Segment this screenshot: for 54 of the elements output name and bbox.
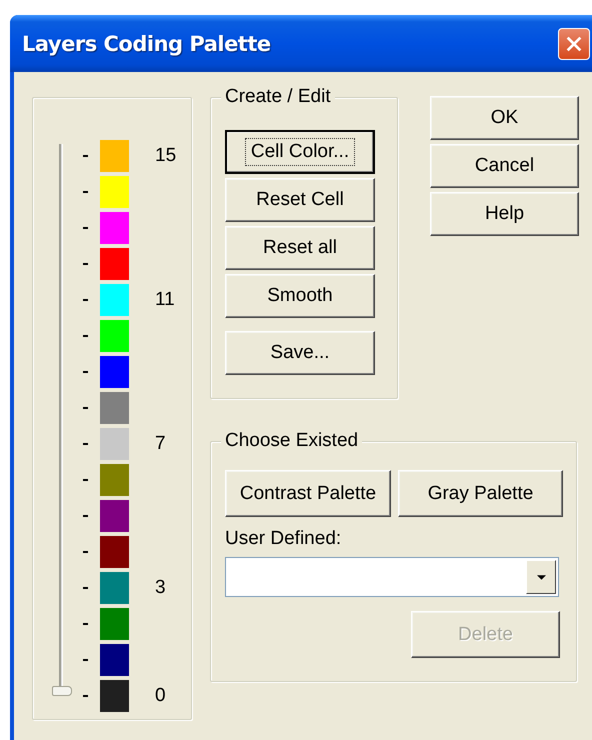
dropdown-button[interactable] (526, 560, 556, 594)
color-swatch[interactable] (100, 500, 129, 532)
color-swatch[interactable] (100, 140, 129, 172)
button[interactable]: Cell Color... (225, 130, 375, 174)
tick-mark (83, 371, 88, 373)
tick-mark (83, 479, 88, 481)
button[interactable]: Reset all (225, 226, 375, 270)
color-swatch[interactable] (100, 428, 129, 460)
color-swatch[interactable] (100, 320, 129, 352)
close-icon (565, 34, 583, 52)
level-label: 7 (155, 433, 166, 455)
close-button[interactable] (558, 28, 590, 60)
color-swatch[interactable] (100, 536, 129, 568)
tick-mark (83, 443, 88, 445)
dropdown-field[interactable] (225, 557, 559, 597)
tick-mark (83, 335, 88, 337)
button[interactable]: Help (430, 192, 579, 236)
tick-mark (83, 695, 88, 697)
color-swatch[interactable] (100, 572, 129, 604)
color-swatch[interactable] (100, 284, 129, 316)
level-label: 3 (155, 577, 166, 599)
tick-mark (83, 587, 88, 589)
tick-mark (83, 623, 88, 625)
button[interactable]: Smooth (225, 274, 375, 318)
color-swatch[interactable] (100, 608, 129, 640)
color-swatch[interactable] (100, 356, 129, 388)
button[interactable]: OK (430, 96, 579, 140)
tick-mark (83, 659, 88, 661)
color-swatch[interactable] (100, 644, 129, 676)
button[interactable]: Save... (225, 331, 375, 375)
tick-mark (83, 551, 88, 553)
window-title: Layers Coding Palette (22, 32, 271, 56)
color-swatch[interactable] (100, 176, 129, 208)
color-swatch[interactable] (100, 212, 129, 244)
tick-mark (83, 155, 88, 157)
button[interactable]: Contrast Palette (225, 470, 391, 517)
field-label: User Defined: (225, 528, 342, 550)
tick-mark (83, 407, 88, 409)
tick-mark (83, 515, 88, 517)
button[interactable]: Reset Cell (225, 178, 375, 222)
color-swatch[interactable] (100, 464, 129, 496)
color-swatch[interactable] (100, 248, 129, 280)
caret-icon (536, 574, 546, 580)
button[interactable]: Cancel (430, 144, 579, 188)
button[interactable]: Gray Palette (398, 470, 563, 517)
tick-mark (83, 227, 88, 229)
color-swatch[interactable] (100, 392, 129, 424)
tick-mark (83, 299, 88, 301)
level-label: 0 (155, 685, 166, 707)
tick-mark (83, 191, 88, 193)
tick-mark (83, 263, 88, 265)
color-swatch[interactable] (100, 680, 129, 712)
level-label: 11 (155, 289, 175, 311)
level-label: 15 (155, 145, 176, 167)
